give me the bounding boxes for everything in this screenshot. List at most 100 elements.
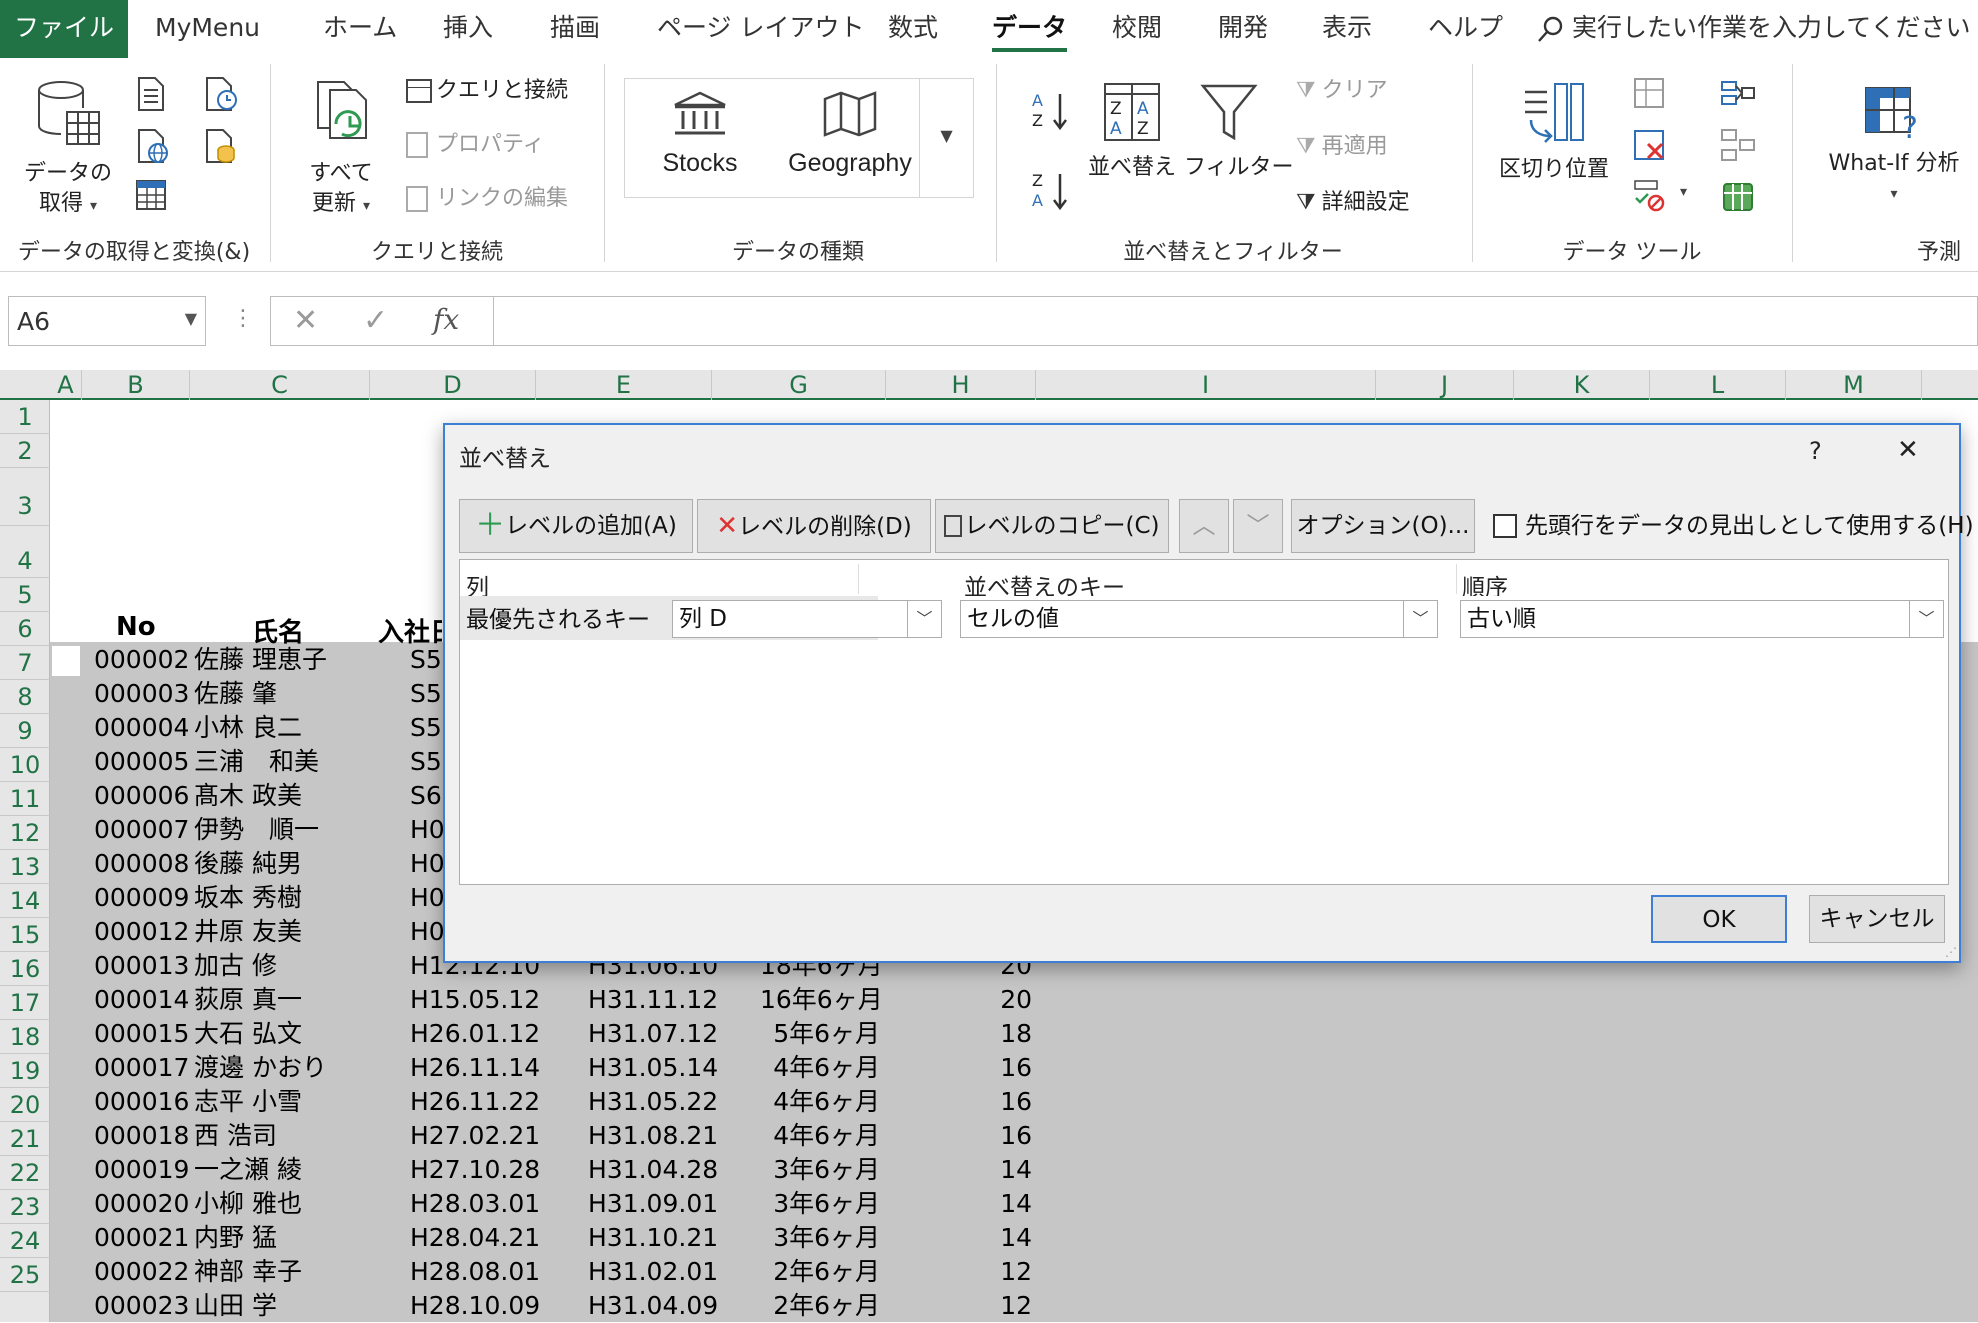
close-button[interactable]: ✕ — [1897, 435, 1919, 465]
advanced-filter-button[interactable]: ⧩ 詳細設定 — [1296, 188, 1410, 218]
tab-formulas[interactable]: 数式 — [888, 0, 938, 58]
cell-join-date[interactable]: H28.10.09 — [410, 1289, 540, 1323]
cell-no[interactable]: 000020 — [94, 1187, 189, 1221]
cell-no[interactable]: 000018 — [94, 1119, 189, 1153]
cell-name[interactable]: 三浦 和美 — [194, 745, 319, 779]
cell-no[interactable]: 000015 — [94, 1017, 189, 1051]
cell-name[interactable]: 西 浩司 — [194, 1119, 277, 1153]
tell-me-search[interactable]: 実行したい作業を入力してください — [1536, 0, 1971, 58]
tab-help[interactable]: ヘルプ — [1428, 0, 1503, 58]
row-header[interactable]: 8 — [0, 680, 50, 714]
column-header[interactable]: H — [886, 370, 1036, 400]
cell-join-date[interactable]: H0 — [410, 813, 444, 847]
sort-button[interactable]: ZAAZ 並べ替え — [1086, 80, 1178, 183]
recent-sources-icon[interactable] — [204, 76, 238, 116]
sort-descending-icon[interactable]: ZA — [1030, 168, 1070, 216]
cell-no[interactable]: 000003 — [94, 677, 189, 711]
cell-tenure[interactable]: 2年6ヶ月 — [760, 1255, 880, 1289]
cell-no[interactable]: 000002 — [94, 643, 189, 677]
cell-value-h[interactable]: 14 — [1000, 1221, 1032, 1255]
cell-date-e[interactable]: H31.11.12 — [588, 983, 718, 1017]
from-text-icon[interactable] — [136, 76, 166, 116]
cell-date-e[interactable]: H31.09.01 — [588, 1187, 718, 1221]
cell-name[interactable]: 加古 修 — [194, 949, 277, 983]
cell-no[interactable]: 000023 — [94, 1289, 189, 1323]
cell-tenure[interactable]: 4年6ヶ月 — [760, 1085, 880, 1119]
cell-value-h[interactable]: 20 — [1000, 983, 1032, 1017]
cell-tenure[interactable]: 3年6ヶ月 — [760, 1153, 880, 1187]
existing-connections-icon[interactable] — [204, 128, 238, 168]
cell-join-date[interactable]: H28.08.01 — [410, 1255, 540, 1289]
column-header[interactable]: M — [1786, 370, 1922, 400]
what-if-analysis-button[interactable]: ? What-If 分析 ▾ — [1810, 84, 1978, 209]
cell-join-date[interactable]: H28.03.01 — [410, 1187, 540, 1221]
cell-value-h[interactable]: 16 — [1000, 1051, 1032, 1085]
row-header[interactable]: 4 — [0, 526, 50, 578]
queries-connections-button[interactable]: クエリと接続 — [406, 76, 568, 106]
cell-join-date[interactable]: S5 — [410, 643, 444, 677]
cell-name[interactable]: 小林 良二 — [194, 711, 302, 745]
cell-no[interactable]: 000022 — [94, 1255, 189, 1289]
cell-name[interactable]: 小柳 雅也 — [194, 1187, 302, 1221]
from-web-icon[interactable] — [136, 128, 170, 168]
cell-no[interactable]: 000007 — [94, 813, 189, 847]
row-header[interactable]: 17 — [0, 986, 50, 1020]
stocks-button[interactable]: Stocks — [635, 89, 765, 178]
cell-value-h[interactable]: 14 — [1000, 1153, 1032, 1187]
row-header[interactable]: 25 — [0, 1258, 50, 1292]
column-select[interactable]: 列 D ﹀ — [672, 600, 942, 638]
cell-no[interactable]: 000019 — [94, 1153, 189, 1187]
row-header[interactable]: 11 — [0, 782, 50, 816]
chevron-down-icon[interactable]: ▾ — [1680, 184, 1687, 200]
cell-no[interactable]: 000013 — [94, 949, 189, 983]
cell-name[interactable]: 山田 学 — [194, 1289, 277, 1323]
cell-tenure[interactable]: 3年6ヶ月 — [760, 1187, 880, 1221]
sort-level-row[interactable]: 最優先されるキー 列 D ﹀ セルの値 ﹀ 古い順 ﹀ — [460, 596, 1948, 640]
tab-page-layout[interactable]: ページ レイアウト — [657, 0, 864, 58]
row-header[interactable]: 5 — [0, 578, 50, 612]
tab-home[interactable]: ホーム — [323, 0, 397, 58]
ok-button[interactable]: OK — [1651, 895, 1787, 943]
geography-button[interactable]: Geography — [775, 89, 925, 178]
row-header[interactable]: 24 — [0, 1224, 50, 1258]
consolidate-icon[interactable] — [1720, 76, 1756, 114]
tab-draw[interactable]: 描画 — [550, 0, 600, 58]
cell-join-date[interactable]: H0 — [410, 847, 444, 881]
tab-data[interactable]: データ — [992, 0, 1068, 58]
cell-name[interactable]: 神部 幸子 — [194, 1255, 302, 1289]
cell-no[interactable]: 000014 — [94, 983, 189, 1017]
cell-join-date[interactable]: H28.04.21 — [410, 1221, 540, 1255]
refresh-all-button[interactable]: すべて 更新 ▾ — [296, 78, 386, 221]
cell-join-date[interactable]: S5 — [410, 745, 444, 779]
cell-no[interactable]: 000006 — [94, 779, 189, 813]
tab-insert[interactable]: 挿入 — [443, 0, 493, 58]
cell-date-e[interactable]: H31.10.21 — [588, 1221, 718, 1255]
sort-ascending-icon[interactable]: AZ — [1030, 88, 1070, 136]
filter-button[interactable]: フィルター — [1184, 80, 1294, 183]
row-header[interactable]: 6 — [0, 612, 50, 646]
cell-join-date[interactable]: H26.11.14 — [410, 1051, 540, 1085]
cell-date-e[interactable]: H31.05.14 — [588, 1051, 718, 1085]
name-box[interactable]: A6 ▼ — [8, 296, 206, 346]
cell-no[interactable]: 000017 — [94, 1051, 189, 1085]
cell-value-h[interactable]: 12 — [1000, 1255, 1032, 1289]
gallery-more-button[interactable]: ▼ — [919, 79, 973, 197]
active-cell[interactable] — [52, 646, 80, 676]
insert-function-icon[interactable]: fx — [433, 303, 459, 336]
cancel-entry-icon[interactable]: ✕ — [293, 303, 318, 338]
flash-fill-icon[interactable] — [1632, 76, 1666, 114]
row-header[interactable]: 14 — [0, 884, 50, 918]
row-header[interactable]: 16 — [0, 952, 50, 986]
column-header[interactable]: D — [370, 370, 536, 400]
cell-date-e[interactable]: H31.02.01 — [588, 1255, 718, 1289]
add-level-button[interactable]: ＋レベルの追加(A) — [459, 499, 693, 553]
row-header[interactable]: 21 — [0, 1122, 50, 1156]
cell-join-date[interactable]: H15.05.12 — [410, 983, 540, 1017]
cell-name[interactable]: 荻原 真一 — [194, 983, 302, 1017]
cell-join-date[interactable]: H0 — [410, 915, 444, 949]
cell-value-h[interactable]: 12 — [1000, 1289, 1032, 1323]
column-header[interactable]: J — [1376, 370, 1514, 400]
cell-tenure[interactable]: 3年6ヶ月 — [760, 1221, 880, 1255]
cell-name[interactable]: 髙木 政美 — [194, 779, 302, 813]
tab-view[interactable]: 表示 — [1322, 0, 1372, 58]
